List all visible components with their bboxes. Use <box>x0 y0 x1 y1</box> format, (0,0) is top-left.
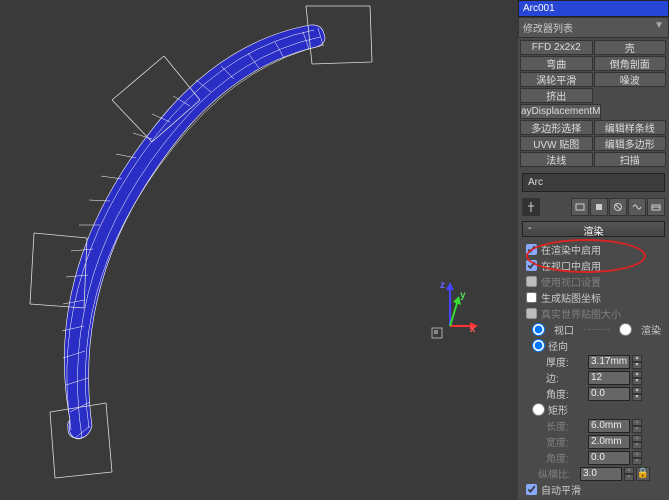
sides-field[interactable] <box>588 371 630 385</box>
axis-y-label: y <box>460 290 466 301</box>
render-radio[interactable] <box>619 323 632 336</box>
mod-uvwmap[interactable]: UVW 贴图 <box>520 136 593 151</box>
mod-shell[interactable]: 壳 <box>594 40 667 55</box>
rect-label: 矩形 <box>548 402 568 417</box>
pin-stack-button[interactable] <box>522 198 540 216</box>
autosmooth[interactable] <box>526 484 537 495</box>
rect-radio[interactable] <box>532 403 545 416</box>
thickness-label: 厚度: <box>546 354 586 369</box>
presets-button[interactable] <box>647 198 665 216</box>
mod-displacement[interactable]: ayDisplacementM <box>520 104 601 119</box>
modifier-list-dropdown[interactable]: 修改器列表 ▼ <box>518 17 669 38</box>
mod-sweep[interactable]: 扫描 <box>594 152 667 167</box>
view-gizmo[interactable]: x y z <box>428 280 478 340</box>
aspect-field <box>580 467 622 481</box>
enable-in-viewport-label: 在视口中启用 <box>541 258 601 273</box>
render-radio-label: 渲染 <box>641 322 661 337</box>
axis-x-label: x <box>470 324 476 335</box>
mod-polyselect[interactable]: 多边形选择 <box>520 120 593 135</box>
axis-z-label: z <box>440 280 445 291</box>
viewport[interactable]: x y z <box>0 0 518 500</box>
enable-in-viewport[interactable] <box>526 260 537 271</box>
mod-normal[interactable]: 法线 <box>520 152 593 167</box>
lock-icon: 🔒 <box>636 467 650 481</box>
angle2-field <box>588 451 630 465</box>
length-label: 长度: <box>546 418 586 433</box>
angle2-label: 角度: <box>546 450 586 465</box>
angle-field[interactable] <box>588 387 630 401</box>
angle-spinner[interactable]: ▴▾ <box>632 387 642 401</box>
autosmooth-label: 自动平滑 <box>541 482 581 497</box>
radial-radio[interactable] <box>532 339 545 352</box>
radial-label: 径向 <box>548 338 568 353</box>
thickness-spinner[interactable]: ▴▾ <box>632 355 642 369</box>
width-label: 宽度: <box>546 434 586 449</box>
mod-editspline[interactable]: 编辑样条线 <box>594 120 667 135</box>
gen-map-label: 生成贴图坐标 <box>541 290 601 305</box>
mod-editpoly[interactable]: 编辑多边形 <box>594 136 667 151</box>
side-panel: Arc001 修改器列表 ▼ FFD 2x2x2 壳 弯曲 倒角剖面 涡轮平滑 … <box>518 0 669 500</box>
aspect-spinner: ▴▾ <box>624 467 634 481</box>
mod-ffd[interactable]: FFD 2x2x2 <box>520 40 593 55</box>
angle2-spinner: ▴▾ <box>632 451 642 465</box>
thickness-field[interactable] <box>588 355 630 369</box>
stack-toolbar <box>522 198 665 216</box>
config-button[interactable] <box>628 198 646 216</box>
rollout-render-label: 渲染 <box>584 227 604 238</box>
viewport-radio-label: 视口 <box>554 322 574 337</box>
length-spinner: ▴▾ <box>632 419 642 433</box>
use-viewport-settings <box>526 276 537 287</box>
sides-spinner[interactable]: ▴▾ <box>632 371 642 385</box>
object-name-field[interactable]: Arc001 <box>518 0 669 17</box>
show-end-result-button[interactable] <box>571 198 589 216</box>
mod-bevel-profile[interactable]: 倒角剖面 <box>594 56 667 71</box>
gen-map-coords[interactable] <box>526 292 537 303</box>
modifier-list-label: 修改器列表 <box>523 20 573 35</box>
modifier-stack[interactable]: Arc <box>522 173 665 192</box>
mod-noise[interactable]: 噪波 <box>594 72 667 87</box>
viewport-radio[interactable] <box>532 323 545 336</box>
enable-in-render[interactable] <box>526 244 537 255</box>
rollout-render[interactable]: - 渲染 <box>522 221 665 237</box>
mod-extrude[interactable]: 挤出 <box>520 88 593 103</box>
sides-label: 边: <box>546 370 586 385</box>
length-field <box>588 419 630 433</box>
enable-in-render-label: 在渲染中启用 <box>541 242 601 257</box>
modifier-grid: FFD 2x2x2 壳 弯曲 倒角剖面 涡轮平滑 噪波 挤出 ayDisplac… <box>520 40 667 167</box>
make-unique-button[interactable] <box>590 198 608 216</box>
delete-mod-button[interactable] <box>609 198 627 216</box>
use-viewport-label: 使用视口设置 <box>541 274 601 289</box>
real-world-size <box>526 308 537 319</box>
width-field <box>588 435 630 449</box>
mod-turbosmooth[interactable]: 涡轮平滑 <box>520 72 593 87</box>
viewport-geometry <box>0 0 518 500</box>
real-world-label: 真实世界贴图大小 <box>541 306 621 321</box>
aspect-label: 纵横比: <box>538 466 578 481</box>
angle-label: 角度: <box>546 386 586 401</box>
mod-bend[interactable]: 弯曲 <box>520 56 593 71</box>
chevron-down-icon: ▼ <box>654 20 664 35</box>
width-spinner: ▴▾ <box>632 435 642 449</box>
